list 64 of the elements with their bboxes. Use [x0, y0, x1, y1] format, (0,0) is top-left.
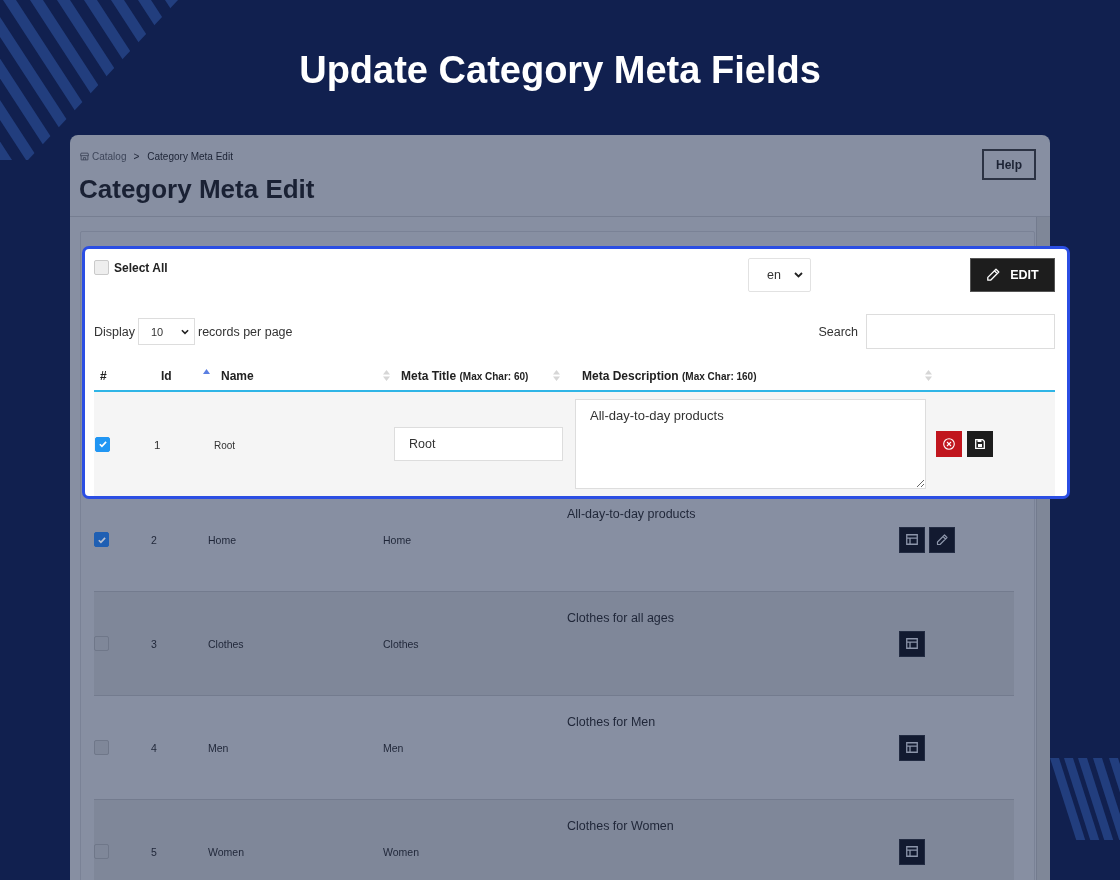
column-header[interactable]: Name	[213, 361, 393, 390]
layout-icon	[906, 534, 918, 545]
select-all-label: Select All	[114, 260, 168, 275]
meta-description-cell: Clothes for all ages	[567, 611, 674, 625]
meta-description-cell: All-day-to-day products	[567, 507, 696, 521]
row-checkbox[interactable]	[94, 532, 109, 547]
layout-button[interactable]	[899, 526, 925, 553]
edit-button[interactable]	[929, 526, 955, 553]
chevron-down-icon	[793, 272, 803, 278]
meta-title-field[interactable]: Root	[394, 427, 563, 461]
id-cell: 2	[151, 533, 157, 546]
name-cell: Men	[208, 741, 229, 754]
select-all-checkbox[interactable]	[94, 260, 109, 275]
meta-description-cell: Clothes for Women	[567, 819, 674, 833]
records-label: records per page	[198, 324, 293, 339]
meta-title-cell: Women	[383, 845, 419, 858]
row-checkbox[interactable]	[94, 844, 109, 859]
column-header[interactable]: Meta Description (Max Char: 160)	[563, 361, 934, 390]
check-icon	[96, 534, 107, 545]
search-label: Search	[818, 324, 858, 339]
pencil-icon	[936, 533, 948, 546]
breadcrumb-separator: >	[133, 150, 140, 162]
meta-title-cell: Clothes	[383, 637, 419, 650]
id-cell: 3	[151, 637, 157, 650]
name-cell: Women	[208, 845, 244, 858]
layout-icon	[906, 846, 918, 857]
meta-title-cell: Home	[383, 533, 411, 546]
layout-icon	[906, 742, 918, 753]
save-button[interactable]	[967, 431, 993, 457]
save-icon	[975, 439, 985, 449]
breadcrumb-current: Category Meta Edit	[147, 150, 233, 162]
page-heading: Update Category Meta Fields	[299, 49, 821, 91]
name-cell: Clothes	[208, 637, 244, 650]
id-cell: 4	[151, 741, 157, 754]
circle-x-icon	[943, 438, 955, 450]
layout-button[interactable]	[899, 838, 925, 865]
id-cell: 5	[151, 845, 157, 858]
pencil-icon	[986, 268, 1001, 282]
chevron-down-icon	[181, 328, 190, 335]
page-title: Category Meta Edit	[79, 174, 315, 204]
check-icon	[97, 439, 108, 449]
column-header[interactable]: Id	[140, 361, 213, 390]
layout-button[interactable]	[899, 734, 925, 761]
meta-description-field[interactable]: All-day-to-day products	[575, 399, 926, 489]
row-checkbox[interactable]	[95, 436, 110, 452]
search-field[interactable]	[866, 314, 1055, 349]
meta-description-cell: Clothes for Men	[567, 715, 656, 729]
meta-title-cell: Men	[383, 741, 404, 754]
display-label: Display	[94, 324, 135, 339]
layout-icon	[906, 638, 918, 649]
id-cell: 1	[154, 439, 161, 451]
help-button[interactable]: Help	[982, 149, 1036, 180]
layout-button[interactable]	[899, 630, 925, 657]
column-header: #	[99, 367, 108, 385]
page-size-select[interactable]: 10	[138, 318, 195, 345]
cancel-button[interactable]	[936, 431, 962, 457]
edit-button[interactable]: EDIT	[970, 258, 1055, 292]
column-header[interactable]: Meta Title (Max Char: 60)	[393, 361, 563, 390]
store-icon	[80, 151, 89, 161]
name-cell: Home	[208, 533, 236, 546]
row-checkbox[interactable]	[94, 636, 109, 651]
row-checkbox[interactable]	[94, 740, 109, 755]
name-cell: Root	[214, 440, 236, 451]
language-select[interactable]: en	[748, 258, 811, 292]
